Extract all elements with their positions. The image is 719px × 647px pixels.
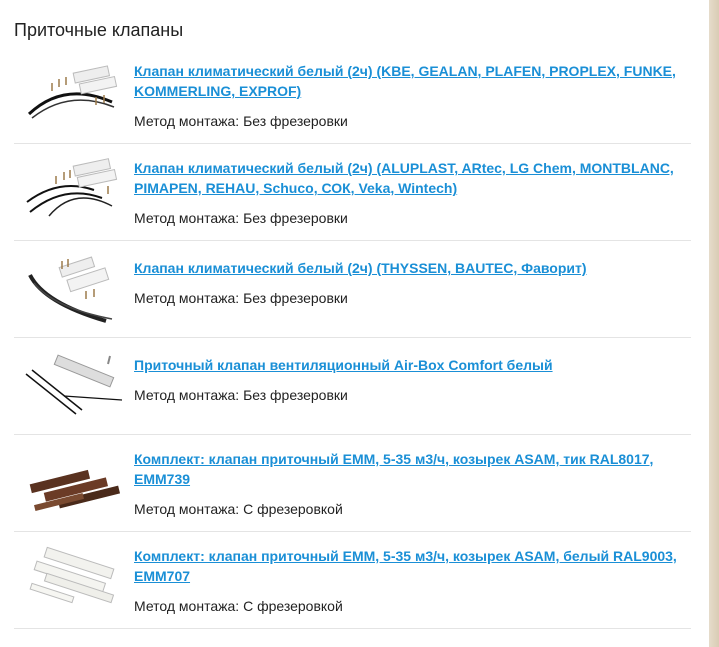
product-link[interactable]: Клапан климатический белый (2ч) (THYSSEN… — [134, 258, 684, 278]
product-image[interactable] — [24, 156, 124, 226]
product-link[interactable]: Комплект: клапан приточный EMM, 5-35 м3/… — [134, 546, 684, 586]
install-method-value: С фрезеровкой — [243, 501, 343, 517]
install-method: Метод монтажа: Без фрезеровки — [134, 111, 684, 131]
product-list: Клапан климатический белый (2ч) (KBE, GE… — [14, 47, 691, 629]
install-method-label: Метод монтажа: — [134, 113, 240, 129]
install-method-value: Без фрезеровки — [243, 290, 348, 306]
install-method-label: Метод монтажа: — [134, 387, 240, 403]
page-side-border — [709, 0, 719, 647]
product-image[interactable] — [24, 350, 124, 420]
product-item: Комплект: клапан приточный EMM, 5-35 м3/… — [14, 532, 691, 629]
install-method: Метод монтажа: С фрезеровкой — [134, 499, 684, 519]
product-image[interactable] — [24, 544, 124, 614]
install-method: Метод монтажа: С фрезеровкой — [134, 596, 684, 616]
product-link[interactable]: Комплект: клапан приточный EMM, 5-35 м3/… — [134, 449, 684, 489]
product-link[interactable]: Клапан климатический белый (2ч) (KBE, GE… — [134, 61, 684, 101]
install-method-value: Без фрезеровки — [243, 387, 348, 403]
install-method-label: Метод монтажа: — [134, 598, 240, 614]
product-image[interactable] — [24, 253, 124, 323]
product-item: Клапан климатический белый (2ч) (THYSSEN… — [14, 241, 691, 338]
product-item: Комплект: клапан приточный EMM, 5-35 м3/… — [14, 435, 691, 532]
install-method-value: С фрезеровкой — [243, 598, 343, 614]
product-item: Клапан климатический белый (2ч) (KBE, GE… — [14, 47, 691, 144]
install-method: Метод монтажа: Без фрезеровки — [134, 208, 684, 228]
product-image[interactable] — [24, 447, 124, 517]
product-image[interactable] — [24, 59, 124, 129]
product-item: Клапан климатический белый (2ч) (ALUPLAS… — [14, 144, 691, 241]
product-link[interactable]: Приточный клапан вентиляционный Air-Box … — [134, 355, 684, 375]
product-link[interactable]: Клапан климатический белый (2ч) (ALUPLAS… — [134, 158, 684, 198]
install-method: Метод монтажа: Без фрезеровки — [134, 385, 684, 405]
install-method: Метод монтажа: Без фрезеровки — [134, 288, 684, 308]
product-item: Приточный клапан вентиляционный Air-Box … — [14, 338, 691, 435]
install-method-value: Без фрезеровки — [243, 113, 348, 129]
install-method-label: Метод монтажа: — [134, 210, 240, 226]
page-title: Приточные клапаны — [14, 20, 184, 41]
install-method-label: Метод монтажа: — [134, 290, 240, 306]
install-method-label: Метод монтажа: — [134, 501, 240, 517]
install-method-value: Без фрезеровки — [243, 210, 348, 226]
